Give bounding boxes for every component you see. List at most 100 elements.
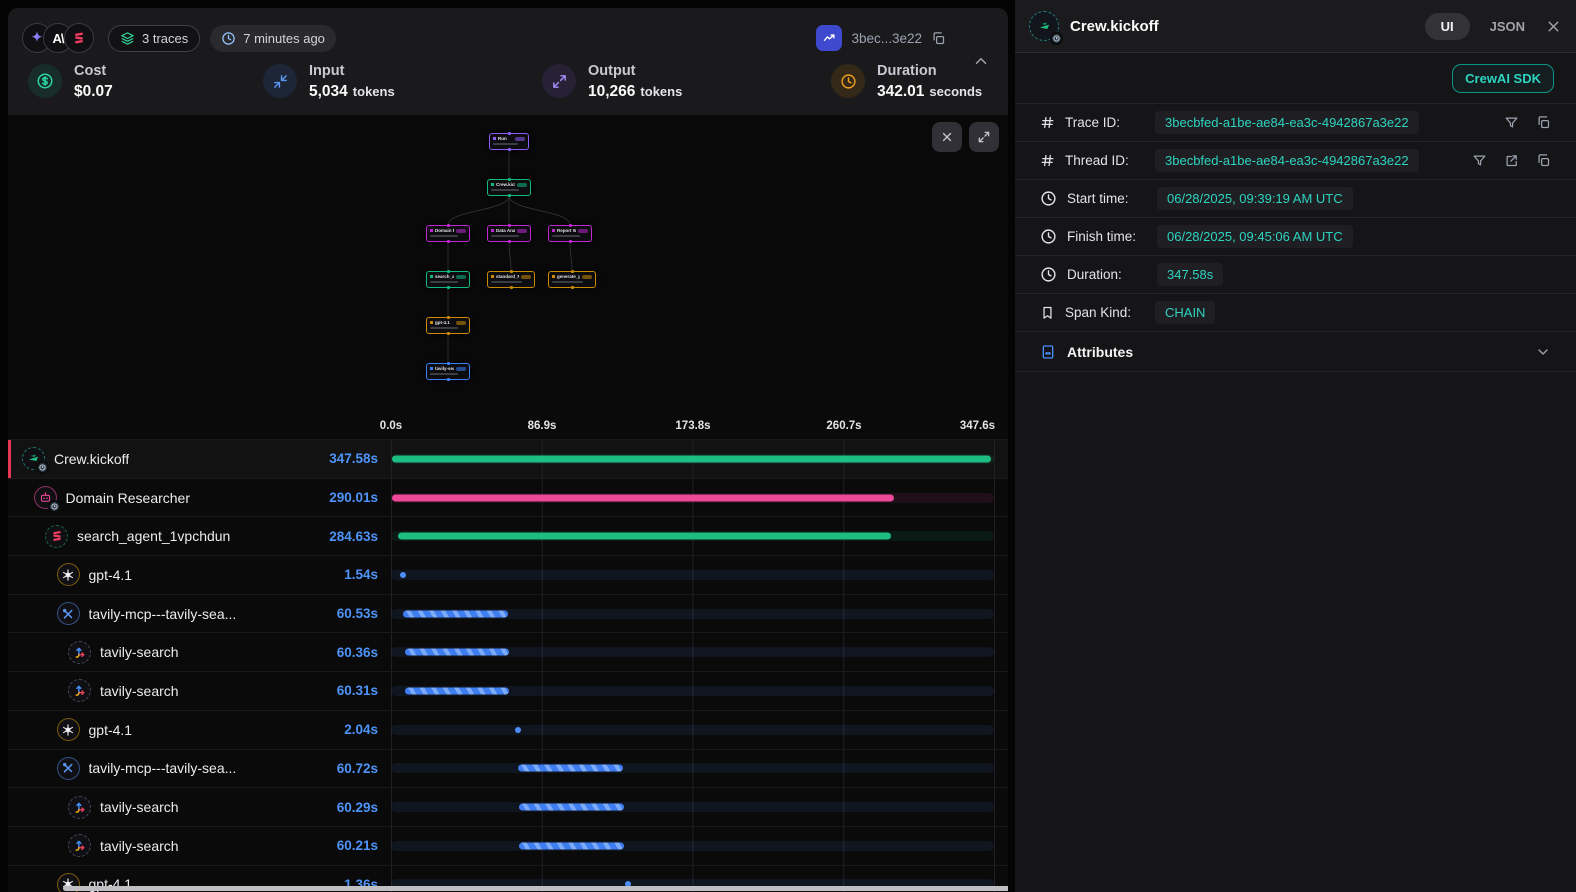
graph-node-kickoff[interactable]: Crew.kickoff	[487, 179, 531, 196]
span-track	[391, 517, 995, 555]
tab-json[interactable]: JSON	[1490, 19, 1525, 34]
graph-node-data[interactable]: Data Analyst	[487, 225, 531, 242]
attributes-label: Attributes	[1067, 344, 1133, 360]
stat-item: Cost $0.07	[28, 63, 263, 101]
span-row[interactable]: tavily-search 60.21s	[8, 826, 1008, 865]
span-track-tint	[391, 570, 994, 580]
graph-node-label: search_agen...	[435, 274, 454, 279]
span-row[interactable]: tavily-mcp---tavily-sea... 60.72s	[8, 749, 1008, 788]
stat-label: Duration	[877, 63, 982, 79]
external-link-icon[interactable]	[1504, 153, 1519, 168]
span-row[interactable]: search_agent_1vpchdun 284.63s	[8, 516, 1008, 555]
openai-icon	[57, 718, 80, 741]
span-track	[391, 711, 995, 749]
detail-field-row: Duration: 347.58s	[1015, 256, 1576, 294]
filter-icon[interactable]	[1504, 115, 1519, 130]
copy-icon[interactable]	[1536, 153, 1551, 168]
graph-node-domain[interactable]: Domain Research...	[426, 225, 470, 242]
span-duration: 347.58s	[329, 451, 391, 466]
span-row[interactable]: tavily-search 60.29s	[8, 787, 1008, 826]
tavily-icon	[68, 796, 91, 819]
axis-tick: 260.7s	[826, 420, 861, 432]
span-track	[391, 750, 995, 788]
stat-value: 5,034	[309, 83, 348, 100]
field-value: 3becbfed-a1be-ae84-ea3c-4942867a3e22	[1155, 149, 1419, 172]
span-track	[391, 595, 995, 633]
span-name: gpt-4.1	[89, 722, 133, 738]
span-bar	[519, 804, 623, 811]
tab-ui[interactable]: UI	[1425, 13, 1470, 40]
span-bar	[518, 765, 623, 772]
span-bar	[392, 494, 894, 501]
graph-node-label: Domain Research...	[435, 228, 454, 233]
time-ago-pill[interactable]: 7 minutes ago	[210, 25, 336, 52]
graph-node-tavily[interactable]: tavily-search	[426, 363, 470, 380]
crewai-icon	[1029, 11, 1059, 41]
horizontal-scrollbar[interactable]	[63, 886, 1008, 891]
axis-tick: 347.6s	[960, 420, 995, 432]
sdk-badge: CrewAI SDK	[1452, 64, 1554, 93]
filter-icon[interactable]	[1472, 153, 1487, 168]
graph-node-label: Crew.kickoff	[496, 182, 515, 187]
clock-badge-icon	[1050, 32, 1063, 45]
tools-icon	[57, 602, 80, 625]
field-label: Finish time:	[1067, 229, 1147, 244]
copy-icon[interactable]	[1536, 115, 1551, 130]
span-row-label: tavily-mcp---tavily-sea... 60.72s	[8, 750, 391, 788]
trace-id-chip[interactable]: 3bec...3e22	[816, 25, 946, 51]
span-row[interactable]: Crew.kickoff 347.58s	[8, 439, 1008, 478]
span-row[interactable]: Domain Researcher 290.01s	[8, 478, 1008, 517]
graph-node-standard[interactable]: standard_Prompt	[487, 271, 535, 288]
close-icon[interactable]	[1545, 18, 1562, 35]
collapse-chevron-icon[interactable]	[972, 52, 990, 70]
span-row[interactable]: tavily-search 60.36s	[8, 632, 1008, 671]
traces-count-pill[interactable]: 3 traces	[108, 25, 200, 52]
span-row-label: tavily-search 60.21s	[8, 827, 391, 865]
span-name: search_agent_1vpchdun	[77, 528, 230, 544]
stat-value: 10,266	[588, 83, 635, 100]
detail-field-row: Span Kind: CHAIN	[1015, 294, 1576, 332]
span-duration: 60.31s	[337, 683, 391, 698]
span-detail-panel: Crew.kickoff UI JSON CrewAI SDK Trace ID…	[1015, 0, 1576, 892]
graph-expand-button[interactable]	[969, 122, 999, 152]
json-doc-icon	[1040, 344, 1056, 360]
graph-node-search[interactable]: search_agen...	[426, 271, 470, 288]
span-row-label: tavily-search 60.29s	[8, 788, 391, 826]
span-duration: 284.63s	[329, 529, 391, 544]
graph-close-button[interactable]	[932, 122, 962, 152]
stat-item: Output 10,266tokens	[542, 63, 831, 101]
span-duration: 1.54s	[344, 567, 391, 582]
span-row[interactable]: gpt-4.1 1.54s	[8, 555, 1008, 594]
copy-icon[interactable]	[931, 31, 946, 46]
span-track-tint	[391, 763, 994, 773]
span-row[interactable]: tavily-search 60.31s	[8, 671, 1008, 710]
span-track	[391, 827, 995, 865]
detail-field-row: Trace ID: 3becbfed-a1be-ae84-ea3c-494286…	[1015, 104, 1576, 142]
field-value: 06/28/2025, 09:45:06 AM UTC	[1157, 225, 1353, 248]
graph-node-label: Report Writer	[557, 228, 576, 233]
field-label: Trace ID:	[1065, 115, 1145, 130]
agent-icon	[34, 486, 57, 509]
graph-node-run[interactable]: Run	[489, 133, 529, 150]
graph-node-label: gpt-4.1	[435, 320, 450, 325]
hash-icon	[1040, 153, 1055, 168]
stat-item: Input 5,034tokens	[263, 63, 542, 101]
chevron-down-icon[interactable]	[1535, 344, 1551, 360]
graph-node-generate[interactable]: generate_prompt	[548, 271, 596, 288]
graph-node-report[interactable]: Report Writer	[548, 225, 592, 242]
graph-edges	[8, 115, 1008, 400]
span-row[interactable]: tavily-mcp---tavily-sea... 60.53s	[8, 594, 1008, 633]
span-bar	[403, 610, 508, 617]
span-row-label: gpt-4.1 1.54s	[8, 556, 391, 594]
span-track	[391, 556, 995, 594]
attributes-section[interactable]: Attributes	[1015, 332, 1576, 372]
graph-node-label: Run	[498, 136, 507, 141]
span-row[interactable]: gpt-4.1 2.04s	[8, 710, 1008, 749]
trend-icon	[816, 25, 842, 51]
span-row-label: tavily-search 60.31s	[8, 672, 391, 710]
trace-header: A\ 3 traces 7 minutes ago 3bec...3e22 Co…	[8, 8, 1008, 115]
span-name: tavily-mcp---tavily-sea...	[89, 606, 237, 622]
span-track	[391, 479, 995, 517]
span-name: tavily-search	[100, 838, 179, 854]
graph-node-gpt[interactable]: gpt-4.1	[426, 317, 470, 334]
